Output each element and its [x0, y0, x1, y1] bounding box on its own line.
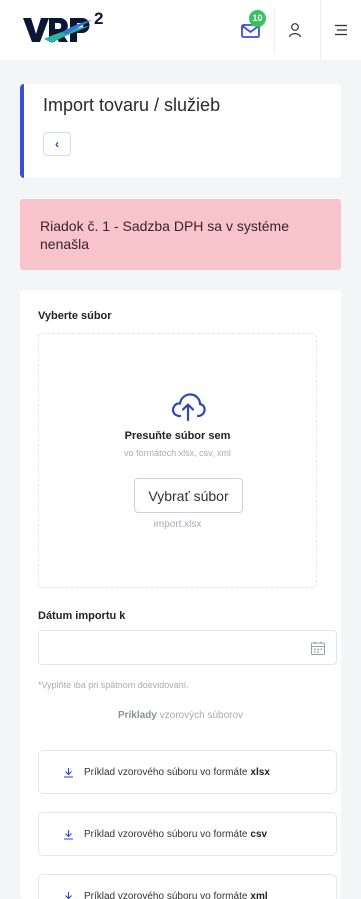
- divider: [274, 8, 275, 52]
- download-label: Príklad vzorového súboru vo formáte: [84, 890, 248, 899]
- messages-button[interactable]: 10: [234, 0, 268, 60]
- import-date-input[interactable]: [38, 630, 337, 665]
- import-form-card: Vyberte súbor Presuňte súbor sem vo form…: [20, 290, 341, 899]
- download-sample-xlsx-button[interactable]: Príklad vzorového súboru vo formáte xlsx: [38, 750, 337, 794]
- calendar-icon[interactable]: [310, 640, 326, 656]
- date-label: Dátum importu k: [38, 610, 126, 622]
- dropzone-title: Presuňte súbor sem: [124, 430, 231, 442]
- error-alert: Riadok č. 1 - Sadzba DPH sa v systéme ne…: [20, 199, 341, 270]
- user-icon: [288, 23, 302, 38]
- file-dropzone[interactable]: Presuňte súbor sem vo formátoch xlsx, cs…: [38, 333, 317, 588]
- download-icon: [63, 829, 74, 840]
- page-header-card: Import tovaru / služieb ‹: [20, 84, 341, 178]
- download-format: xlsx: [250, 766, 270, 778]
- hamburger-menu-icon: [335, 24, 347, 36]
- back-button[interactable]: ‹: [43, 132, 71, 156]
- dropzone-formats: vo formátoch xlsx, csv, xml: [124, 448, 231, 458]
- top-bar: 2 10: [0, 0, 361, 60]
- download-sample-xml-button[interactable]: Príklad vzorového súboru vo formáte xml: [38, 874, 337, 899]
- download-icon: [63, 891, 74, 899]
- download-label: Príklad vzorového súboru vo formáte: [84, 766, 248, 778]
- download-sample-csv-button[interactable]: Príklad vzorového súboru vo formáte csv: [38, 812, 337, 856]
- examples-heading-rest: vzorových súborov: [159, 710, 244, 721]
- choose-file-button[interactable]: Vybrať súbor: [134, 478, 243, 513]
- main-menu-button[interactable]: [320, 0, 361, 60]
- cloud-upload-icon: [171, 393, 206, 422]
- selected-file-name: import.xlsx: [153, 519, 202, 530]
- download-format: csv: [250, 828, 268, 840]
- examples-heading: Príklady vzorových súborov: [20, 710, 341, 721]
- app-logo[interactable]: 2: [22, 9, 114, 46]
- chevron-left-icon: ‹: [55, 137, 59, 151]
- error-alert-message: Riadok č. 1 - Sadzba DPH sa v systéme ne…: [40, 218, 289, 252]
- unread-badge: 10: [249, 10, 266, 27]
- user-menu-button[interactable]: [280, 0, 310, 60]
- file-label: Vyberte súbor: [38, 310, 112, 322]
- date-hint: *Vyplňte iba pri spätnom doevidovaní.: [38, 680, 189, 690]
- logo-superscript: 2: [94, 9, 104, 28]
- download-label: Príklad vzorového súboru vo formáte: [84, 828, 248, 840]
- download-format: xml: [250, 890, 268, 899]
- download-icon: [63, 767, 74, 778]
- page-title: Import tovaru / služieb: [43, 95, 221, 115]
- examples-heading-bold: Príklady: [117, 710, 157, 721]
